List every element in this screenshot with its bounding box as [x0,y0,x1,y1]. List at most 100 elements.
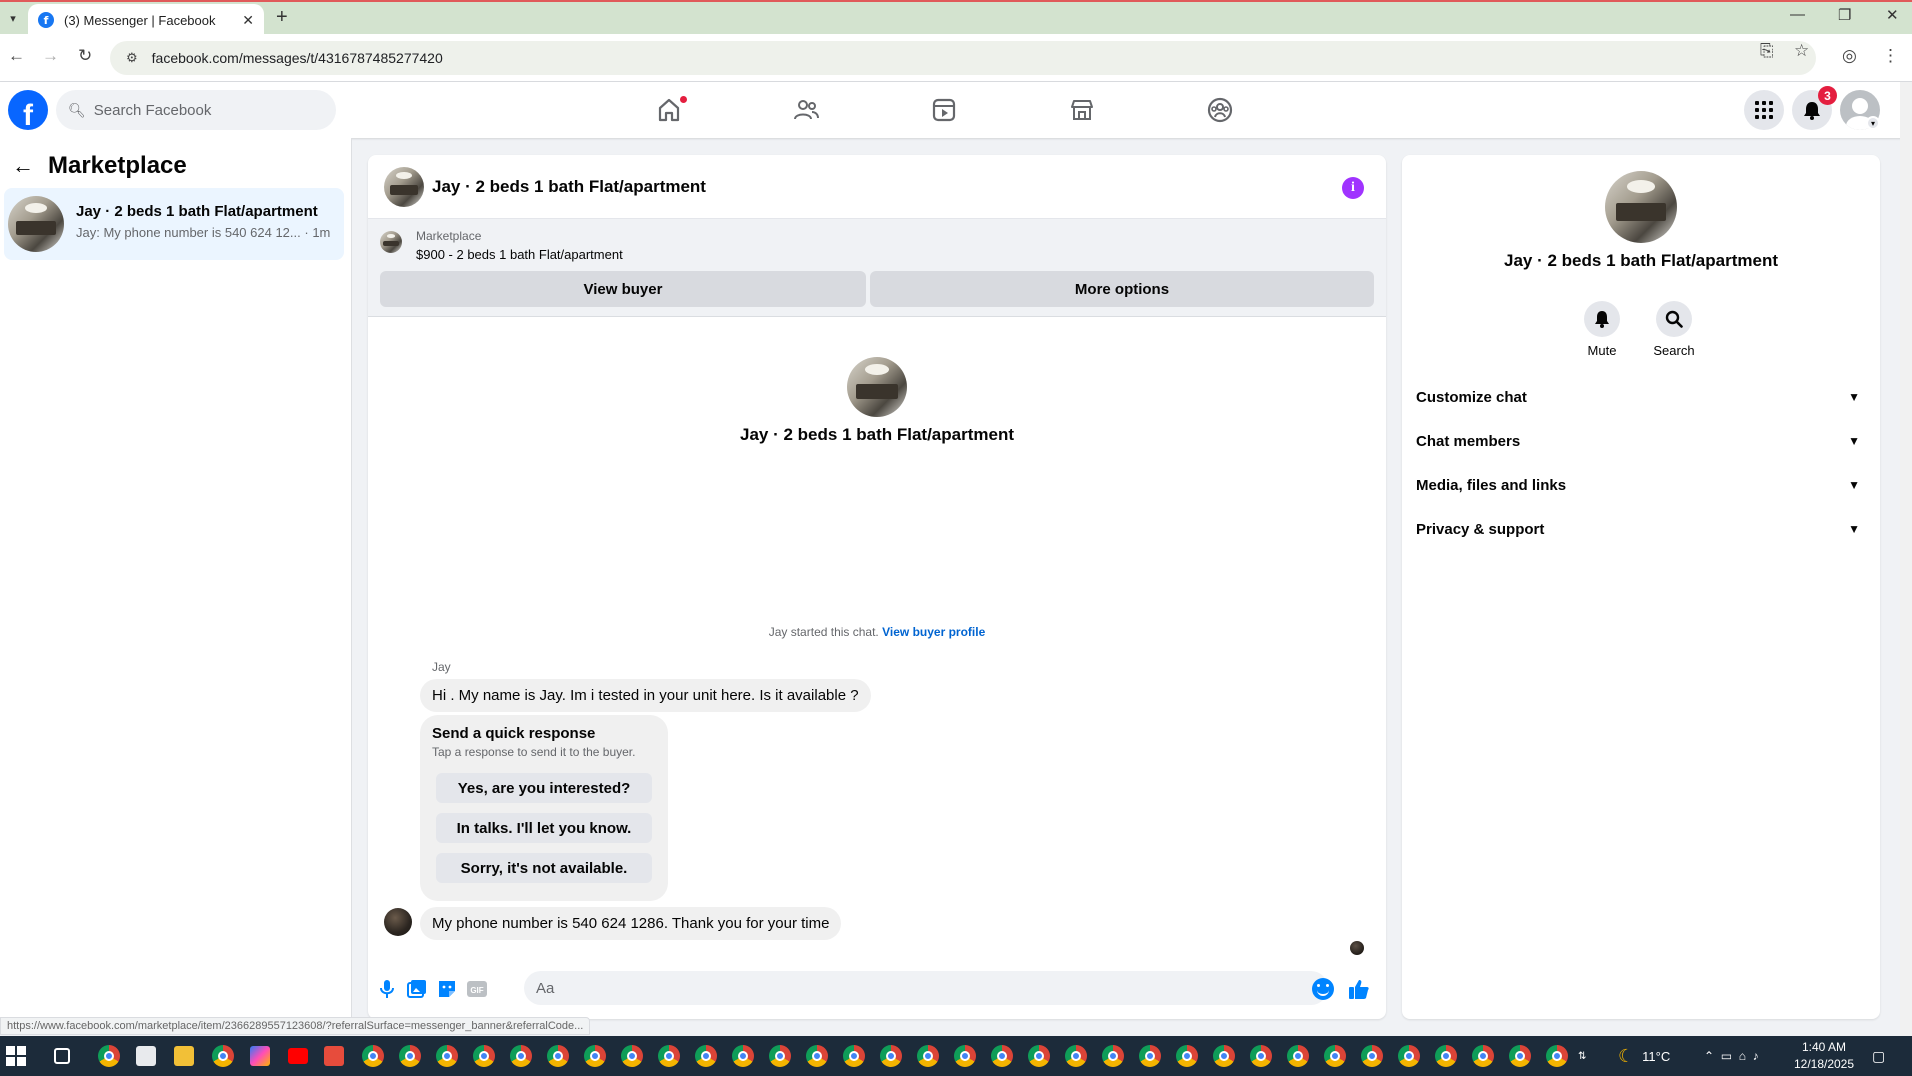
photo-icon[interactable] [406,978,428,1000]
privacy-support-section[interactable]: Privacy & support ▼ [1416,511,1868,547]
chrome-profile-taskbar-icon[interactable] [547,1045,569,1067]
chrome-profile-taskbar-icon[interactable] [1102,1045,1124,1067]
chrome-profile-taskbar-icon[interactable] [695,1045,717,1067]
site-info-icon[interactable]: ⚙ [126,50,138,66]
emoji-icon[interactable] [1312,978,1334,1000]
install-app-icon[interactable]: ⎘ [1760,41,1774,61]
home-nav-icon[interactable] [655,96,683,124]
chrome-profile-taskbar-icon[interactable] [991,1045,1013,1067]
chrome-profile-taskbar-icon[interactable] [1435,1045,1457,1067]
tab-search-dropdown-icon[interactable]: ▾ [4,8,22,28]
close-tab-icon[interactable]: ✕ [242,12,254,29]
new-tab-button[interactable]: + [276,6,288,29]
chrome-profile-taskbar-icon[interactable] [1213,1045,1235,1067]
facebook-logo-icon[interactable]: f [8,90,48,130]
chrome-profile-taskbar-icon[interactable] [1250,1045,1272,1067]
gif-icon[interactable]: GIF [466,978,488,1000]
message-bubble[interactable]: My phone number is 540 624 1286. Thank y… [420,907,842,940]
chrome-profile-taskbar-icon[interactable] [1472,1045,1494,1067]
listing-title[interactable]: $900 - 2 beds 1 bath Flat/apartment [416,247,623,262]
chrome-profile-taskbar-icon[interactable] [1546,1045,1568,1067]
chrome-profile-taskbar-icon[interactable] [399,1045,421,1067]
info-icon[interactable]: i [1342,177,1364,199]
file-explorer-icon[interactable] [174,1046,194,1066]
listing-thumbnail[interactable] [380,231,402,253]
view-buyer-button[interactable]: View buyer [380,271,866,307]
reload-icon[interactable]: ↻ [78,46,92,66]
microphone-icon[interactable] [376,978,398,1000]
page-scrollbar[interactable] [1900,82,1912,1036]
chrome-profile-taskbar-icon[interactable] [954,1045,976,1067]
chevron-down-icon[interactable]: ▾ [1866,116,1880,130]
quick-response-option[interactable]: Yes, are you interested? [436,773,652,803]
quick-response-option[interactable]: In talks. I'll let you know. [436,813,652,843]
chrome-profile-taskbar-icon[interactable] [806,1045,828,1067]
message-bubble[interactable]: Hi . My name is Jay. Im i tested in your… [420,679,871,712]
bookmark-star-icon[interactable]: ☆ [1794,41,1809,61]
chrome-profile-taskbar-icon[interactable] [880,1045,902,1067]
facebook-search-input[interactable]: 🔍︎ Search Facebook [56,90,336,130]
app-taskbar-icon[interactable] [324,1046,344,1066]
copilot-icon[interactable] [250,1046,270,1066]
more-options-button[interactable]: More options [870,271,1374,307]
system-tray-icons[interactable]: ⌃ ▭ ⌂ ♪ [1704,1036,1759,1076]
chrome-profile-taskbar-icon[interactable] [436,1045,458,1067]
back-arrow-icon[interactable]: ← [8,46,25,66]
close-window-button[interactable]: ✕ [1886,6,1899,24]
chrome-profile-taskbar-icon[interactable] [843,1045,865,1067]
details-avatar[interactable] [1605,171,1677,243]
profile-icon[interactable]: ◎ [1842,46,1857,66]
windows-start-icon[interactable] [6,1046,26,1066]
sticker-icon[interactable] [436,978,458,1000]
conversation-item[interactable]: Jay · 2 beds 1 bath Flat/apartment Jay: … [4,188,344,260]
chrome-profile-taskbar-icon[interactable] [473,1045,495,1067]
browser-tab[interactable]: f (3) Messenger | Facebook ✕ [28,4,264,36]
taskbar-clock[interactable]: 1:40 AM 12/18/2025 [1784,1039,1864,1073]
task-view-icon[interactable] [54,1048,70,1064]
chrome-profile-taskbar-icon[interactable] [1176,1045,1198,1067]
marketplace-nav-icon[interactable] [1068,96,1096,124]
chat-avatar[interactable] [384,167,424,207]
back-arrow-icon[interactable]: ← [12,153,34,179]
chrome-profile-taskbar-icon[interactable] [658,1045,680,1067]
quick-response-option[interactable]: Sorry, it's not available. [436,853,652,883]
message-input[interactable]: Aa [524,971,1328,1005]
chrome-profile-taskbar-icon[interactable] [769,1045,791,1067]
minimize-window-button[interactable]: — [1790,6,1805,23]
restore-window-button[interactable]: ❐ [1838,6,1851,24]
forward-arrow-icon[interactable]: → [42,46,59,66]
friends-nav-icon[interactable] [792,96,820,124]
chrome-profile-taskbar-icon[interactable] [1028,1045,1050,1067]
chrome-profile-taskbar-icon[interactable] [732,1045,754,1067]
chrome-profile-taskbar-icon[interactable] [362,1045,384,1067]
notification-center-icon[interactable]: ▢ [1872,1036,1885,1076]
youtube-icon[interactable] [288,1048,308,1064]
chrome-profile-taskbar-icon[interactable] [510,1045,532,1067]
chrome-profile-taskbar-icon[interactable] [584,1045,606,1067]
chat-title[interactable]: Jay · 2 beds 1 bath Flat/apartment [432,177,706,197]
chrome-profile-taskbar-icon[interactable] [212,1045,234,1067]
chrome-profile-taskbar-icon[interactable] [1398,1045,1420,1067]
menu-grid-icon[interactable] [1744,90,1784,130]
like-thumb-icon[interactable] [1348,978,1370,1000]
search-in-chat-button[interactable]: Search [1644,301,1704,358]
chat-members-section[interactable]: Chat members ▼ [1416,423,1868,459]
view-buyer-profile-link[interactable]: View buyer profile [882,625,985,639]
weather-widget[interactable]: ☾ 11°C [1618,1036,1670,1076]
taskbar-overflow-arrows-icon[interactable]: ⇅ [1578,1036,1586,1076]
chrome-profile-taskbar-icon[interactable] [1139,1045,1161,1067]
customize-chat-section[interactable]: Customize chat ▼ [1416,379,1868,415]
chrome-taskbar-icon[interactable] [98,1045,120,1067]
groups-nav-icon[interactable] [1206,96,1234,124]
chrome-profile-taskbar-icon[interactable] [1287,1045,1309,1067]
app-taskbar-icon[interactable] [136,1046,156,1066]
address-bar[interactable]: ⚙ facebook.com/messages/t/43167874852774… [110,41,1816,75]
browser-menu-icon[interactable]: ⋮ [1882,46,1899,66]
chrome-profile-taskbar-icon[interactable] [1065,1045,1087,1067]
chrome-profile-taskbar-icon[interactable] [917,1045,939,1067]
media-files-links-section[interactable]: Media, files and links ▼ [1416,467,1868,503]
mute-button[interactable]: Mute [1572,301,1632,358]
video-nav-icon[interactable] [930,96,958,124]
chrome-profile-taskbar-icon[interactable] [1509,1045,1531,1067]
sender-avatar[interactable] [384,908,412,936]
